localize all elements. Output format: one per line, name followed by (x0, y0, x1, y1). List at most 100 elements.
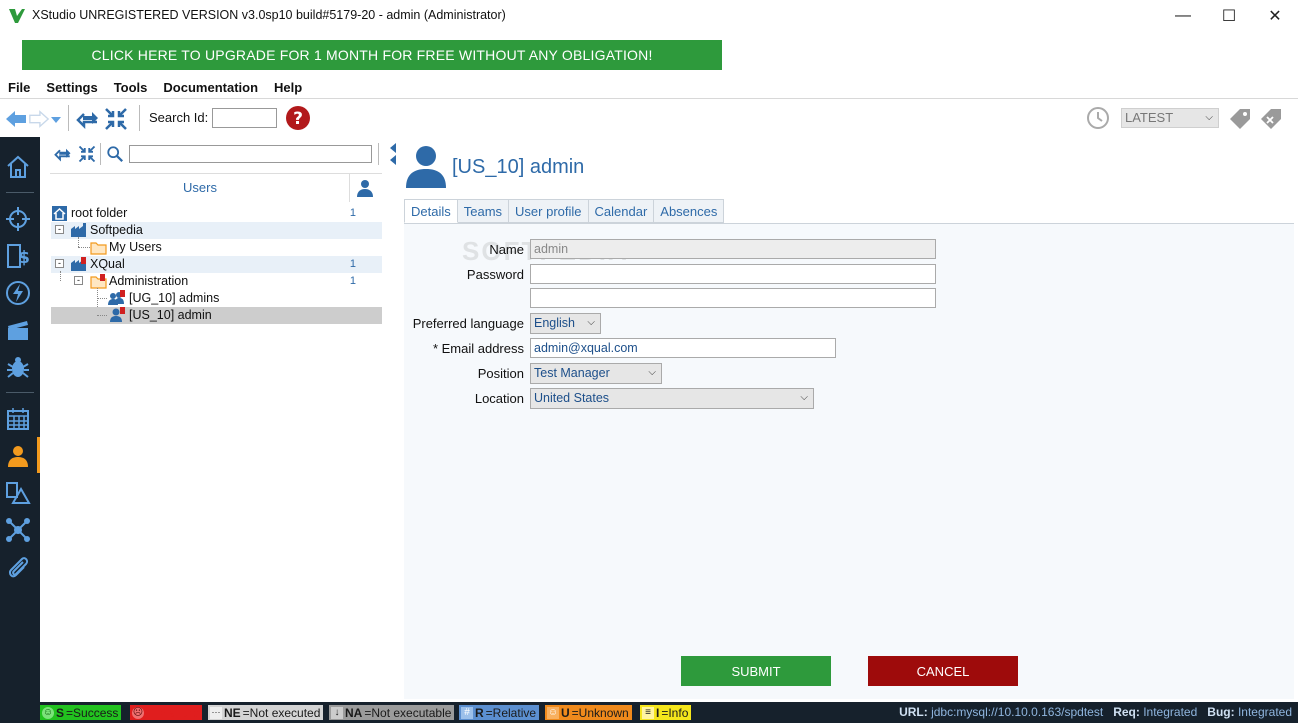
menu-documentation[interactable]: Documentation (155, 78, 266, 98)
search-id-label: Search Id: (149, 110, 209, 125)
tab-calendar[interactable]: Calendar (588, 199, 655, 223)
company-icon (71, 223, 86, 237)
tree-refresh-icon[interactable] (54, 145, 72, 163)
history-dropdown-icon[interactable] (50, 115, 62, 125)
legend-text: =Unknown (571, 705, 629, 720)
close-button[interactable]: ✕ (1252, 0, 1298, 32)
menu-settings[interactable]: Settings (38, 78, 105, 98)
position-select[interactable]: Test Manager ⌵ (530, 363, 662, 384)
tab-teams[interactable]: Teams (457, 199, 510, 223)
position-label: Position (477, 366, 524, 381)
collapse-toggle-icon[interactable]: - (55, 225, 64, 234)
tree-collapse-icon[interactable] (78, 145, 96, 163)
forward-arrow-icon[interactable] (28, 108, 50, 130)
history-clock-icon[interactable] (1085, 105, 1111, 131)
tree-item-xqual[interactable]: - XQual 1 (51, 256, 382, 273)
hash-icon: # (461, 706, 473, 719)
user-title: [US_10] admin (452, 156, 585, 178)
email-label: * Email address (432, 341, 524, 356)
note-icon: ≡ (642, 706, 654, 719)
chevron-down-icon: ⌵ (587, 317, 595, 328)
tree-item-softpedia[interactable]: - Softpedia (51, 222, 382, 239)
calendar-icon[interactable] (4, 405, 32, 433)
sidebar-divider (6, 192, 34, 193)
version-select[interactable]: LATEST ⌵ (1121, 108, 1219, 128)
maximize-button[interactable]: ☐ (1206, 0, 1252, 32)
password-confirm-field[interactable] (530, 288, 936, 308)
menu-bar: File Settings Tools Documentation Help (0, 78, 1298, 98)
collapse-all-icon[interactable] (104, 107, 128, 131)
network-icon[interactable] (4, 516, 32, 544)
add-user-icon[interactable] (355, 178, 375, 198)
tree-column-header[interactable]: Users (183, 180, 217, 195)
name-field[interactable] (530, 239, 936, 259)
cancel-button[interactable]: CANCEL (868, 656, 1018, 686)
tree-item-us10-admin[interactable]: [US_10] admin (51, 307, 382, 324)
language-select[interactable]: English ⌵ (530, 313, 601, 334)
tree-item-label: Softpedia (90, 223, 143, 237)
search-icon[interactable] (106, 145, 124, 163)
tree-item-root-folder[interactable]: root folder 1 (51, 205, 382, 222)
shapes-icon[interactable] (4, 479, 32, 507)
chevron-down-icon: ⌵ (800, 392, 808, 403)
lightning-icon[interactable] (4, 279, 32, 307)
target-icon[interactable] (4, 205, 32, 233)
location-select[interactable]: United States ⌵ (530, 388, 814, 409)
menu-tools[interactable]: Tools (106, 78, 156, 98)
collapse-toggle-icon[interactable]: - (55, 259, 64, 268)
language-select-value: English (534, 316, 575, 330)
tree-item-count: 1 (349, 258, 356, 270)
email-field[interactable] (530, 338, 836, 358)
location-select-value: United States (534, 391, 610, 405)
folder-icon (90, 242, 107, 255)
menu-help[interactable]: Help (266, 78, 310, 98)
refresh-icon[interactable] (76, 107, 100, 131)
user-icon (110, 307, 125, 322)
legend-key: R (475, 705, 484, 720)
legend-key: I (656, 705, 660, 720)
tag-icon[interactable] (1226, 105, 1254, 131)
legend-text: =Relative (485, 705, 537, 720)
search-id-input[interactable] (212, 108, 277, 128)
tree-item-label: [US_10] admin (129, 308, 212, 322)
home-icon[interactable] (4, 153, 32, 181)
upgrade-banner-button[interactable]: CLICK HERE TO UPGRADE FOR 1 MONTH FOR FR… (22, 40, 722, 70)
tree-item-count: 1 (349, 207, 356, 219)
bug-icon[interactable] (4, 353, 32, 381)
panel-splitter[interactable] (387, 137, 399, 697)
submit-button[interactable]: SUBMIT (681, 656, 831, 686)
tree-item-my-users[interactable]: My Users (51, 237, 382, 256)
paperclip-icon[interactable] (4, 553, 32, 581)
menu-file[interactable]: File (0, 78, 38, 98)
password-field[interactable] (530, 264, 936, 284)
tree-item-administration[interactable]: - Administration 1 (51, 271, 382, 290)
url-label: URL: (899, 705, 928, 719)
tab-absences[interactable]: Absences (654, 199, 725, 223)
tree-filter-input[interactable] (129, 145, 372, 163)
tab-details[interactable]: Details (404, 199, 458, 223)
legend-info: ≡ I =Info (640, 705, 692, 720)
legend-text: =Success (66, 705, 119, 720)
minimize-button[interactable]: — (1160, 0, 1206, 32)
collapse-toggle-icon[interactable]: - (74, 276, 83, 285)
tree-connector (78, 237, 79, 247)
app-logo-icon (9, 9, 25, 23)
dollar-document-icon[interactable]: $ (4, 242, 32, 270)
tree-item-ug10-admins[interactable]: [UG_10] admins (51, 288, 382, 315)
legend-unknown: ☺ U =Unknown (545, 705, 632, 720)
collapse-left-icon[interactable] (389, 142, 397, 166)
untag-icon[interactable] (1257, 105, 1285, 131)
back-arrow-icon[interactable] (4, 108, 28, 130)
bug-label: Bug: (1207, 705, 1235, 719)
tree-item-label: My Users (109, 240, 162, 254)
tree-item-label: XQual (90, 257, 125, 271)
clapperboard-icon[interactable] (4, 316, 32, 344)
users-icon[interactable] (4, 442, 32, 470)
help-icon[interactable]: ? (285, 105, 311, 131)
connection-info: URL: jdbc:mysql://10.10.0.163/spdtest Re… (899, 705, 1292, 719)
tab-user-profile[interactable]: User profile (509, 199, 589, 223)
user-group-icon (108, 290, 125, 305)
req-value: Integrated (1143, 705, 1198, 719)
language-label: Preferred language (412, 316, 524, 331)
tree-connector (97, 298, 107, 299)
